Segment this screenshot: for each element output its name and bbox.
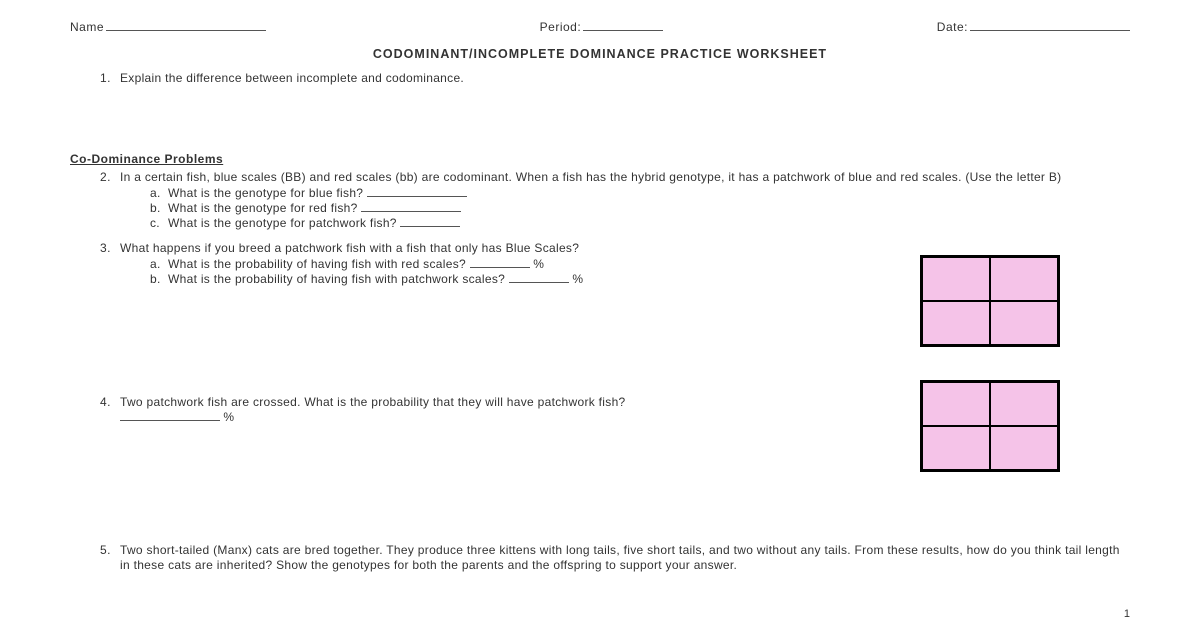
q5-number: 5. (100, 543, 111, 558)
punnett-cell[interactable] (922, 426, 990, 470)
page-number: 1 (1124, 608, 1130, 622)
period-label: Period: (540, 20, 582, 35)
q3-number: 3. (100, 241, 111, 256)
q4-number: 4. (100, 395, 111, 410)
q3a-letter: a. (150, 257, 161, 272)
question-1: 1. Explain the difference between incomp… (70, 71, 1130, 86)
q2b-blank[interactable] (361, 211, 461, 212)
q1-text: Explain the difference between incomplet… (120, 71, 464, 85)
q2c-text: What is the genotype for patchwork fish? (168, 216, 397, 230)
punnett-cell[interactable] (922, 301, 990, 345)
q2b-text: What is the genotype for red fish? (168, 201, 358, 215)
q4-blank[interactable] (120, 420, 220, 421)
punnett-square-1[interactable] (920, 255, 1060, 347)
date-field[interactable]: Date: (937, 20, 1130, 35)
q2-sublist: a. What is the genotype for blue fish? b… (120, 186, 1130, 231)
name-blank[interactable] (106, 30, 266, 31)
q3-text: What happens if you breed a patchwork fi… (120, 241, 579, 255)
period-field[interactable]: Period: (540, 20, 664, 35)
punnett-cell[interactable] (922, 382, 990, 426)
worksheet-header: Name Period: Date: (70, 20, 1130, 35)
q2c: c. What is the genotype for patchwork fi… (150, 216, 1130, 231)
section-codominance: Co-Dominance Problems (70, 152, 1130, 167)
q3a-pct: % (533, 257, 544, 271)
punnett-cell[interactable] (922, 257, 990, 301)
worksheet-title: CODOMINANT/INCOMPLETE DOMINANCE PRACTICE… (70, 47, 1130, 63)
q3a-blank[interactable] (470, 267, 530, 268)
punnett-cell[interactable] (990, 426, 1058, 470)
punnett-cell[interactable] (990, 257, 1058, 301)
punnett-cell[interactable] (990, 382, 1058, 426)
q2c-blank[interactable] (400, 226, 460, 227)
question-5: 5. Two short-tailed (Manx) cats are bred… (70, 543, 1130, 573)
q2c-letter: c. (150, 216, 160, 231)
q2b-letter: b. (150, 201, 161, 216)
punnett-cell[interactable] (990, 301, 1058, 345)
name-field[interactable]: Name (70, 20, 266, 35)
q2a-text: What is the genotype for blue fish? (168, 186, 363, 200)
punnett-square-2[interactable] (920, 380, 1060, 472)
q2a-letter: a. (150, 186, 161, 201)
q3b-letter: b. (150, 272, 161, 287)
q4-pct: % (223, 410, 234, 424)
q3b-pct: % (572, 272, 583, 286)
date-blank[interactable] (970, 30, 1130, 31)
q3b-text: What is the probability of having fish w… (168, 272, 505, 286)
q2a: a. What is the genotype for blue fish? (150, 186, 1130, 201)
date-label: Date: (937, 20, 968, 35)
question-2: 2. In a certain fish, blue scales (BB) a… (70, 170, 1130, 231)
q1-number: 1. (100, 71, 111, 86)
q2-text: In a certain fish, blue scales (BB) and … (120, 170, 1061, 184)
name-label: Name (70, 20, 104, 35)
q3a-text: What is the probability of having fish w… (168, 257, 466, 271)
q2a-blank[interactable] (367, 196, 467, 197)
q4-text: Two patchwork fish are crossed. What is … (120, 395, 626, 409)
q2-number: 2. (100, 170, 111, 185)
q5-text: Two short-tailed (Manx) cats are bred to… (120, 543, 1120, 572)
period-blank[interactable] (583, 30, 663, 31)
q3b-blank[interactable] (509, 282, 569, 283)
q2b: b. What is the genotype for red fish? (150, 201, 1130, 216)
